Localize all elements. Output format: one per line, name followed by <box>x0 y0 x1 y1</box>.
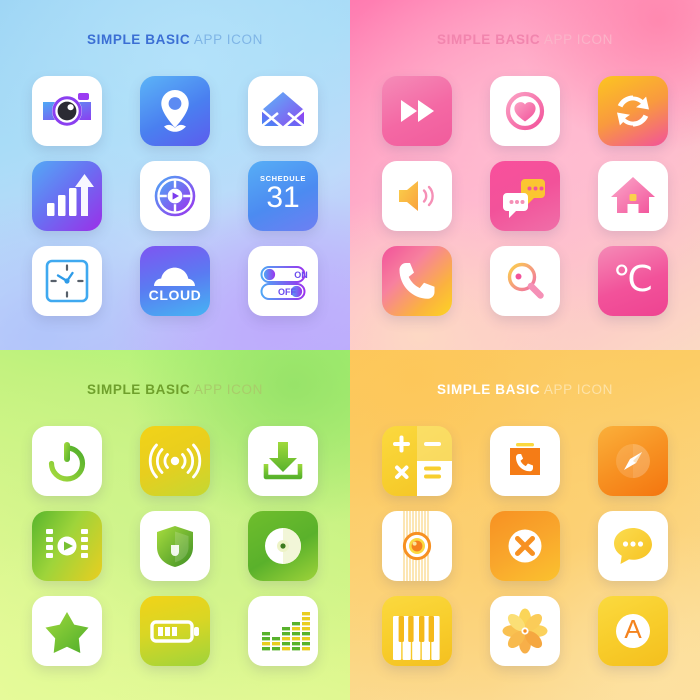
flower-photos-icon[interactable] <box>490 596 560 666</box>
magnifier-search-icon[interactable] <box>490 246 560 316</box>
panel-green: SIMPLE BASIC APP ICON <box>0 350 350 700</box>
home-icon[interactable] <box>598 161 668 231</box>
font-letter-a-icon[interactable]: A <box>598 596 668 666</box>
title-weak: APP ICON <box>193 32 263 47</box>
speech-bubble-icon[interactable] <box>598 511 668 581</box>
piano-keys-icon[interactable] <box>382 596 452 666</box>
temperature-symbol: ℃ <box>612 258 654 299</box>
location-pin-icon[interactable] <box>140 76 210 146</box>
icon-grid-pink: ℃ <box>382 76 668 316</box>
contact-card-phone-icon[interactable] <box>490 426 560 496</box>
icon-grid-green <box>32 426 318 666</box>
speaker-volume-icon[interactable] <box>382 161 452 231</box>
panel-pink: SIMPLE BASIC APP ICON ℃ <box>350 0 700 350</box>
media-play-wheel-icon[interactable] <box>140 161 210 231</box>
chat-bubbles-icon[interactable] <box>490 161 560 231</box>
calendar-day-number: 31 <box>266 181 300 214</box>
cloud-icon[interactable]: CLOUD <box>140 246 210 316</box>
equalizer-icon[interactable] <box>248 596 318 666</box>
title-weak: APP ICON <box>543 382 613 397</box>
calculator-icon[interactable] <box>382 426 452 496</box>
close-cancel-icon[interactable] <box>490 511 560 581</box>
cloud-label: CLOUD <box>148 287 202 303</box>
refresh-sync-icon[interactable] <box>598 76 668 146</box>
toggle-off-label: OFF <box>278 286 296 297</box>
calendar-schedule-icon[interactable]: SCHEDULE 31 <box>248 161 318 231</box>
font-letter-label: A <box>624 614 642 644</box>
title-weak: APP ICON <box>193 382 263 397</box>
title-strong: SIMPLE BASIC <box>87 32 191 47</box>
icon-grid-blue: SCHEDULE 31 CLOUD ON OFF <box>32 76 318 316</box>
panel-pink-title: SIMPLE BASIC APP ICON <box>350 32 700 47</box>
envelope-mail-icon[interactable] <box>248 76 318 146</box>
toggle-on-label: ON <box>294 269 308 280</box>
clock-icon[interactable] <box>32 246 102 316</box>
heart-favorite-icon[interactable] <box>490 76 560 146</box>
compass-safari-icon[interactable] <box>598 426 668 496</box>
camera-icon[interactable] <box>32 76 102 146</box>
panel-orange-title: SIMPLE BASIC APP ICON <box>350 382 700 397</box>
star-icon[interactable] <box>32 596 102 666</box>
title-strong: SIMPLE BASIC <box>437 382 541 397</box>
disc-cd-icon[interactable] <box>248 511 318 581</box>
bar-chart-growth-icon[interactable] <box>32 161 102 231</box>
panel-blue: SIMPLE BASIC APP ICON SCHEDULE 31 CLOUD … <box>0 0 350 350</box>
panel-orange: SIMPLE BASIC APP ICON A <box>350 350 700 700</box>
power-button-icon[interactable] <box>32 426 102 496</box>
download-icon[interactable] <box>248 426 318 496</box>
panel-blue-title: SIMPLE BASIC APP ICON <box>0 32 350 47</box>
shield-security-icon[interactable] <box>140 511 210 581</box>
title-strong: SIMPLE BASIC <box>87 382 191 397</box>
film-strip-video-icon[interactable] <box>32 511 102 581</box>
temperature-celsius-icon[interactable]: ℃ <box>598 246 668 316</box>
title-strong: SIMPLE BASIC <box>437 32 541 47</box>
title-weak: APP ICON <box>543 32 613 47</box>
panel-green-title: SIMPLE BASIC APP ICON <box>0 382 350 397</box>
toggle-switch-icon[interactable]: ON OFF <box>248 246 318 316</box>
camera-lens-aperture-icon[interactable] <box>382 511 452 581</box>
fast-forward-icon[interactable] <box>382 76 452 146</box>
wifi-signal-icon[interactable] <box>140 426 210 496</box>
icon-set-poster: SIMPLE BASIC APP ICON SCHEDULE 31 CLOUD … <box>0 0 700 700</box>
battery-icon[interactable] <box>140 596 210 666</box>
icon-grid-orange: A <box>382 426 668 666</box>
phone-call-icon[interactable] <box>382 246 452 316</box>
